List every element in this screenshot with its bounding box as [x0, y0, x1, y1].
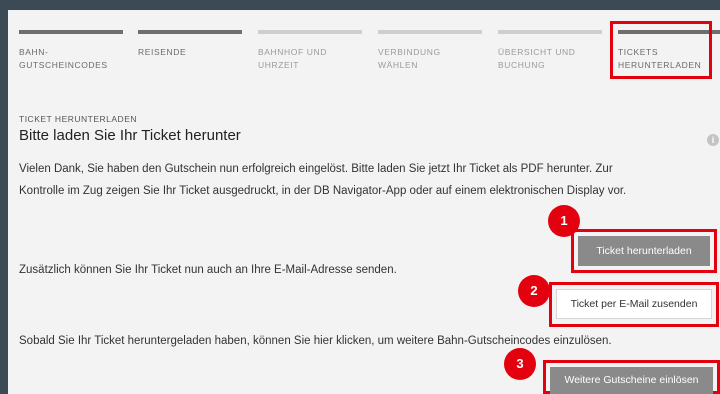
download-ticket-button[interactable]: Ticket herunterladen — [578, 236, 710, 266]
progress-step-bar — [258, 30, 362, 34]
progress-step[interactable]: VERBINDUNG WÄHLEN — [378, 30, 482, 72]
section-label: TICKET HERUNTERLADEN — [19, 114, 137, 124]
step-badge-1: 1 — [548, 205, 580, 237]
progress-step-bar — [19, 30, 123, 34]
progress-step-label: BAHNHOF UND UHRZEIT — [258, 47, 327, 70]
email-ticket-button[interactable]: Ticket per E-Mail zusenden — [556, 289, 712, 319]
progress-step[interactable]: ÜBERSICHT UND BUCHUNG — [498, 30, 602, 72]
progress-step-label: REISENDE — [138, 47, 187, 57]
intro-line-2: Kontrolle im Zug zeigen Sie Ihr Ticket a… — [19, 185, 627, 197]
progress-step-bar — [378, 30, 482, 34]
progress-step[interactable]: BAHN- GUTSCHEINCODES — [19, 30, 123, 72]
progress-step-label: ÜBERSICHT UND BUCHUNG — [498, 47, 576, 70]
progress-step-label: BAHN- GUTSCHEINCODES — [19, 47, 108, 70]
progress-step-label: VERBINDUNG WÄHLEN — [378, 47, 441, 70]
intro-line-1: Vielen Dank, Sie haben den Gutschein nun… — [19, 163, 613, 175]
page-title: Bitte laden Sie Ihr Ticket herunter — [19, 127, 241, 144]
highlight-current-step — [610, 21, 712, 79]
redeem-more-button[interactable]: Weitere Gutscheine einlösen — [550, 367, 713, 394]
progress-step-bar — [498, 30, 602, 34]
progress-step[interactable]: BAHNHOF UND UHRZEIT — [258, 30, 362, 72]
progress-step-bar — [138, 30, 242, 34]
progress-step[interactable]: REISENDE — [138, 30, 242, 59]
checkout-panel: BAHN- GUTSCHEINCODES REISENDE BAHNHOF UND … — [8, 10, 720, 394]
info-icon[interactable]: i — [707, 134, 719, 146]
email-text: Zusätzlich können Sie Ihr Ticket nun auc… — [19, 264, 397, 276]
step-badge-3: 3 — [504, 348, 536, 380]
step-badge-2: 2 — [518, 275, 550, 307]
